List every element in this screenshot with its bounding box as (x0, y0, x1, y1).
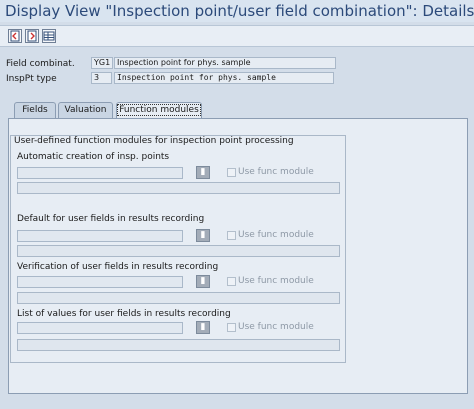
use-func-module-label: Use func module (238, 276, 314, 286)
tab-function-modules[interactable]: Function modules (116, 102, 202, 119)
use-func-module-label: Use func module (238, 322, 314, 332)
details-icon[interactable]: ▮ (196, 229, 210, 242)
tab-function-modules-label: Function modules (117, 104, 201, 116)
table-view-icon[interactable] (42, 29, 56, 43)
tab-valuation-label: Valuation (64, 105, 107, 115)
use-func-module-label: Use func module (238, 167, 314, 177)
function-module-description (17, 245, 340, 257)
details-icon[interactable]: ▮ (196, 321, 210, 334)
footer-area (0, 396, 474, 409)
application-toolbar (0, 25, 474, 47)
insp-pt-type-description: Inspection point for phys. sample (114, 72, 334, 84)
insp-pt-type-code[interactable]: 3 (91, 72, 112, 84)
function-module-description (17, 182, 340, 194)
group-title: User-defined function modules for inspec… (14, 136, 294, 146)
use-func-module-checkbox[interactable] (227, 323, 236, 332)
details-icon[interactable]: ▮ (196, 166, 210, 179)
previous-entry-icon[interactable] (8, 29, 22, 43)
tab-fields-label: Fields (22, 105, 48, 115)
function-module-description (17, 339, 340, 351)
use-func-module-checkbox[interactable] (227, 168, 236, 177)
function-module-input[interactable] (17, 276, 183, 288)
next-entry-icon[interactable] (25, 29, 39, 43)
section-title: List of values for user fields in result… (17, 309, 231, 319)
use-func-module-checkbox[interactable] (227, 277, 236, 286)
function-module-input[interactable] (17, 322, 183, 334)
field-combination-description: Inspection point for phys. sample (114, 57, 336, 69)
insp-pt-type-label: InspPt type (6, 74, 57, 84)
tab-fields[interactable]: Fields (14, 102, 56, 118)
use-func-module-checkbox[interactable] (227, 231, 236, 240)
use-func-module-label: Use func module (238, 230, 314, 240)
tab-valuation[interactable]: Valuation (58, 102, 113, 118)
section-title: Automatic creation of insp. points (17, 152, 170, 162)
section-title: Default for user fields in results recor… (17, 214, 205, 224)
field-combination-code[interactable]: YG1 (91, 57, 113, 69)
details-icon[interactable]: ▮ (196, 275, 210, 288)
function-module-input[interactable] (17, 230, 183, 242)
section-title: Verification of user fields in results r… (17, 262, 219, 272)
window-title: Display View "Inspection point/user fiel… (0, 0, 474, 22)
function-module-input[interactable] (17, 167, 183, 179)
field-combination-label: Field combinat. (6, 59, 75, 69)
function-module-description (17, 292, 340, 304)
